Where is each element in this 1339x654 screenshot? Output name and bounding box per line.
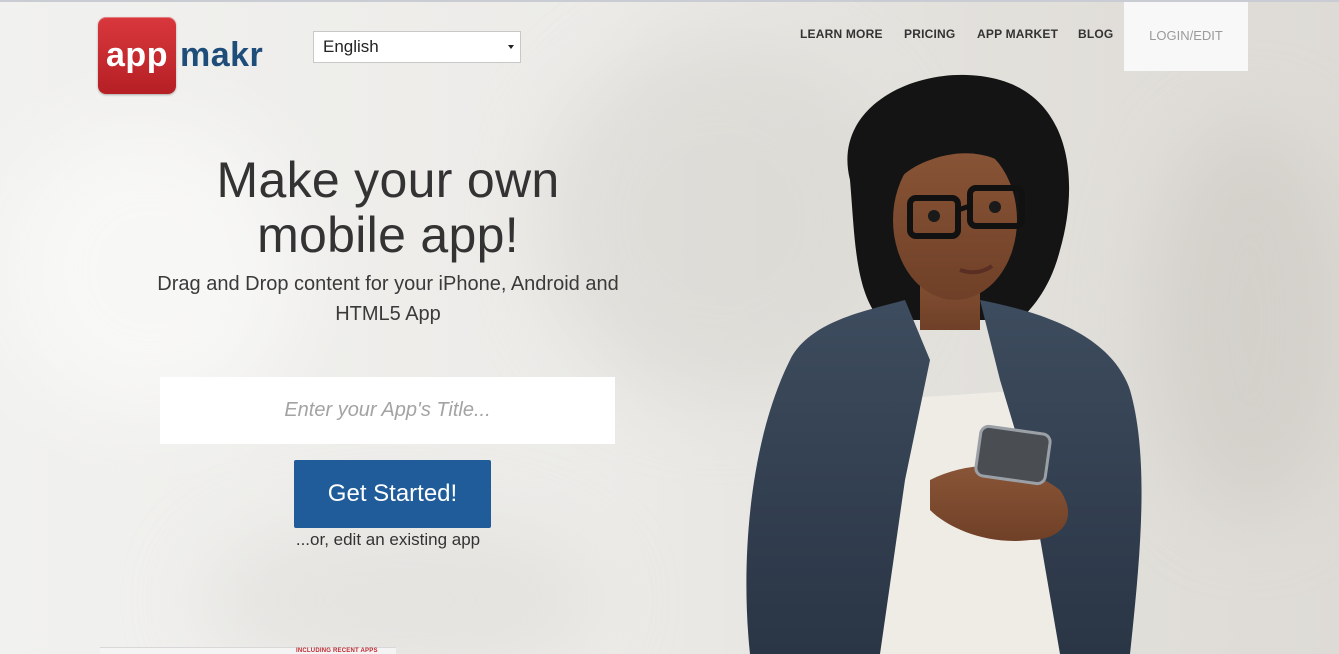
get-started-button[interactable]: Get Started!	[294, 460, 491, 528]
hero-subhead: Drag and Drop content for your iPhone, A…	[120, 269, 656, 329]
language-select[interactable]: English	[313, 31, 521, 63]
login-edit-label: LOGIN/EDIT	[1149, 28, 1223, 43]
nav-pricing[interactable]: PRICING	[904, 27, 955, 41]
logo-makr-text: makr	[180, 35, 264, 74]
nav-blog[interactable]: BLOG	[1078, 27, 1113, 41]
edit-existing-app-link[interactable]: ...or, edit an existing app	[240, 530, 536, 550]
hero-subhead-line2: HTML5 App	[335, 303, 441, 325]
landing-page: app makr English LEARN MORE PRICING APP …	[0, 0, 1339, 654]
hero-subhead-line1: Drag and Drop content for your iPhone, A…	[157, 273, 619, 295]
app-title-input[interactable]	[160, 377, 615, 444]
hero-headline: Make your own mobile app!	[130, 153, 646, 263]
logo-badge: app	[98, 16, 176, 94]
hero-headline-line2: mobile app!	[257, 207, 519, 263]
hero-headline-line1: Make your own	[216, 152, 560, 208]
nav-app-market[interactable]: APP MARKET	[977, 27, 1058, 41]
recent-apps-label: INCLUDING RECENT APPS	[296, 648, 378, 654]
nav-learn-more[interactable]: LEARN MORE	[800, 27, 883, 41]
language-select-value: English	[323, 37, 379, 56]
hero-photo-person	[746, 74, 1142, 654]
logo-app-text: app	[106, 35, 168, 74]
chevron-down-icon	[508, 45, 514, 49]
appmakr-logo[interactable]: app makr	[98, 16, 263, 94]
background-blur	[1150, 120, 1339, 520]
